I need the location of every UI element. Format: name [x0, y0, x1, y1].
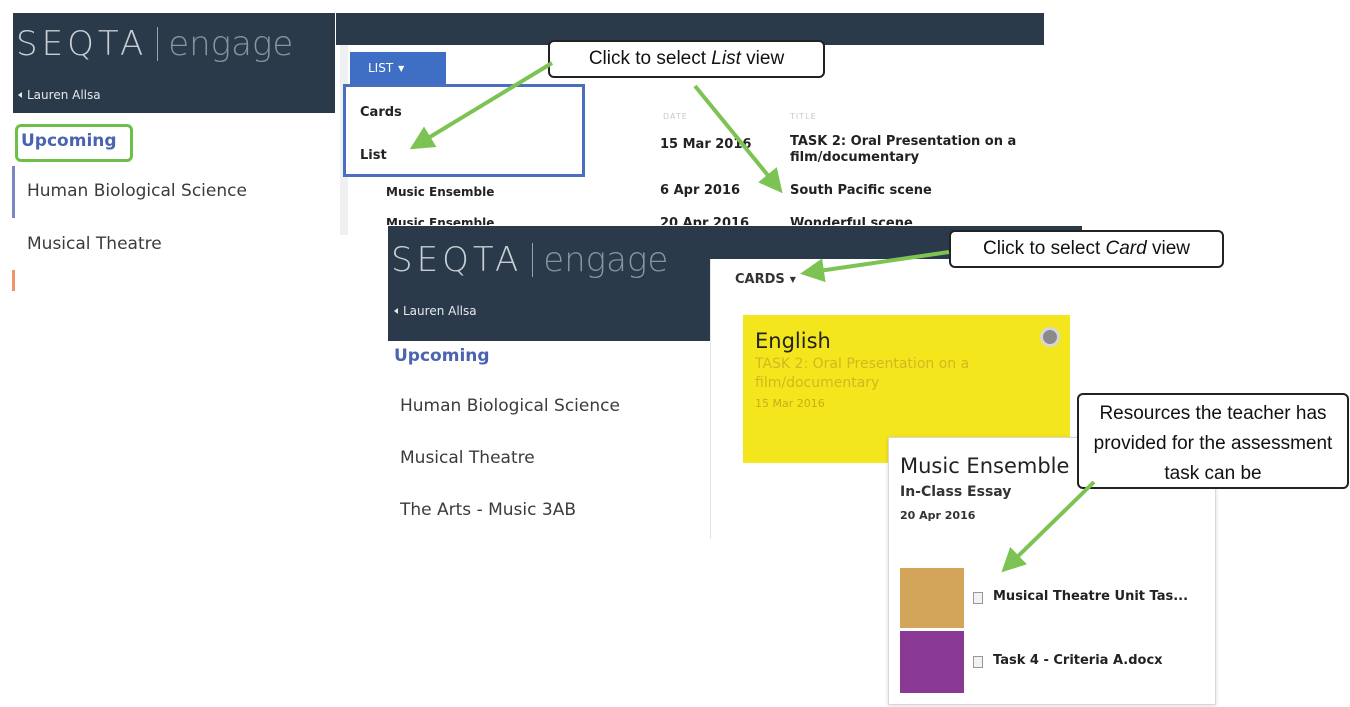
sidebar-divider-bottom — [710, 259, 711, 539]
nav-marker-orange — [12, 270, 15, 292]
callout-list-view: Click to select List view — [548, 40, 825, 78]
callout-card-view: Click to select Card view — [949, 230, 1224, 268]
brand-name: SEQTA — [16, 24, 148, 64]
chevron-down-icon: ▼ — [398, 63, 405, 73]
callout-list-prefix: Click to select — [588, 48, 712, 69]
title-column-header: TITLE — [790, 112, 817, 121]
brand-name-bottom: SEQTA — [391, 240, 523, 280]
row2-subject: Music Ensemble — [386, 185, 495, 199]
nav-item-hbs-bottom[interactable]: Human Biological Science — [400, 396, 620, 416]
callout-list-suffix: view — [740, 48, 785, 69]
nav-item-hbs-top[interactable]: Human Biological Science — [27, 181, 247, 201]
card-music-task: In-Class Essay — [900, 484, 1012, 500]
row1-date: 15 Mar 2016 — [660, 137, 752, 152]
row1-title[interactable]: TASK 2: Oral Presentation on a film/docu… — [790, 134, 1040, 166]
callout-list-em: List — [711, 48, 741, 69]
back-arrow-icon — [18, 92, 22, 98]
submission-icon — [1040, 327, 1060, 347]
row2-title[interactable]: South Pacific scene — [790, 183, 932, 198]
document-icon — [973, 592, 983, 604]
card-music-subject: Music Ensemble — [900, 454, 1070, 478]
user-back-link-bottom[interactable]: Lauren Allsa — [394, 304, 477, 318]
resource-swatch-2 — [900, 631, 964, 693]
callout-card-suffix: view — [1146, 238, 1190, 259]
card-english-subject: English — [755, 329, 831, 353]
card-english-date: 15 Mar 2016 — [755, 397, 825, 410]
nav-item-upcoming-top[interactable]: Upcoming — [21, 131, 117, 151]
card-english-task: TASK 2: Oral Presentation on a film/docu… — [755, 356, 970, 391]
menu-item-list[interactable]: List — [360, 148, 387, 163]
nav-item-arts-music-bottom[interactable]: The Arts - Music 3AB — [400, 500, 576, 520]
list-dropdown-button[interactable]: LIST ▼ — [350, 52, 446, 84]
top-crop-mask — [0, 291, 390, 311]
date-column-header: DATE — [663, 112, 688, 121]
brand-suffix: engage — [168, 24, 294, 64]
callout-resources-text: Resources the teacher has provided for t… — [1093, 403, 1333, 484]
view-menu: Cards List — [343, 84, 585, 177]
resource-link-2[interactable]: Task 4 - Criteria A.docx — [993, 653, 1163, 668]
chevron-down-icon-cards: ▼ — [789, 275, 796, 284]
row2-date: 6 Apr 2016 — [660, 183, 741, 198]
nav-item-upcoming-bottom[interactable]: Upcoming — [394, 346, 490, 366]
nav-item-musical-theatre-top[interactable]: Musical Theatre — [27, 234, 162, 254]
resource-swatch-1 — [900, 568, 964, 628]
seqta-logo-top: SEQTA engage — [16, 24, 293, 64]
seqta-logo-bottom: SEQTA engage — [391, 240, 668, 280]
nav-item-musical-theatre-bottom[interactable]: Musical Theatre — [400, 448, 535, 468]
cards-dropdown-label: CARDS — [735, 272, 785, 287]
callout-card-em: Card — [1105, 238, 1147, 259]
nav-marker-blue — [12, 166, 15, 218]
arrow-to-row — [693, 84, 783, 194]
user-name-bottom: Lauren Allsa — [403, 304, 477, 318]
user-name: Lauren Allsa — [27, 88, 101, 102]
document-icon-2 — [973, 656, 983, 668]
callout-card-prefix: Click to select — [983, 238, 1106, 259]
user-back-link-top[interactable]: Lauren Allsa — [18, 88, 101, 102]
card-music-date: 20 Apr 2016 — [900, 509, 976, 522]
cards-dropdown-button[interactable]: CARDS ▼ — [735, 272, 796, 287]
menu-item-cards[interactable]: Cards — [360, 105, 402, 120]
list-dropdown-label: LIST — [368, 61, 394, 75]
resource-link-1[interactable]: Musical Theatre Unit Tas... — [993, 589, 1188, 604]
callout-resources: Resources the teacher has provided for t… — [1077, 393, 1349, 489]
brand-suffix-bottom: engage — [543, 240, 669, 280]
back-arrow-icon-bottom — [394, 308, 398, 314]
